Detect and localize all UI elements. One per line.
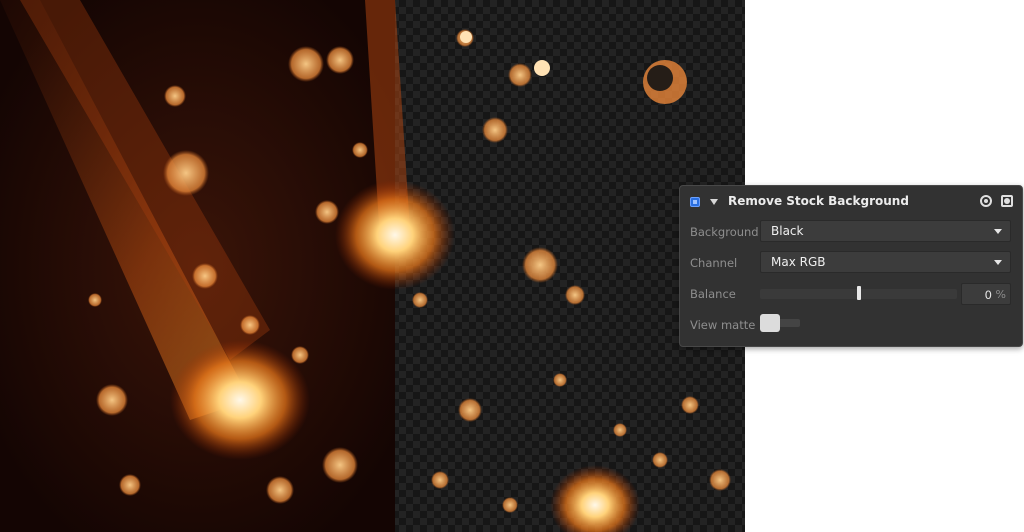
background-label: Background xyxy=(690,225,759,239)
sparkler-image xyxy=(0,0,745,532)
panel-header: Remove Stock Background xyxy=(680,186,1022,220)
balance-label: Balance xyxy=(690,287,736,301)
reset-icon[interactable] xyxy=(980,195,992,207)
view-matte-toggle[interactable] xyxy=(760,314,800,332)
background-value: Black xyxy=(771,224,804,238)
channel-select[interactable]: Max RGB xyxy=(760,251,1011,273)
view-matte-label: View matte xyxy=(690,318,756,332)
balance-input[interactable]: 0 % xyxy=(961,283,1011,305)
balance-unit: % xyxy=(995,288,1006,301)
channel-value: Max RGB xyxy=(771,255,826,269)
balance-value: 0 xyxy=(984,288,992,302)
balance-slider-handle[interactable] xyxy=(857,286,861,300)
chevron-down-icon xyxy=(994,260,1002,265)
chevron-down-icon xyxy=(994,229,1002,234)
image-canvas xyxy=(0,0,745,532)
panel-title: Remove Stock Background xyxy=(728,194,909,208)
background-select[interactable]: Black xyxy=(760,220,1011,242)
mask-icon[interactable] xyxy=(1001,195,1013,207)
channel-label: Channel xyxy=(690,256,738,270)
checkbox-icon[interactable] xyxy=(690,197,700,207)
effect-panel: Remove Stock Background Background Black… xyxy=(679,185,1023,347)
toggle-knob[interactable] xyxy=(760,314,780,332)
triangle-down-icon[interactable] xyxy=(710,199,718,205)
balance-slider[interactable] xyxy=(760,286,957,300)
